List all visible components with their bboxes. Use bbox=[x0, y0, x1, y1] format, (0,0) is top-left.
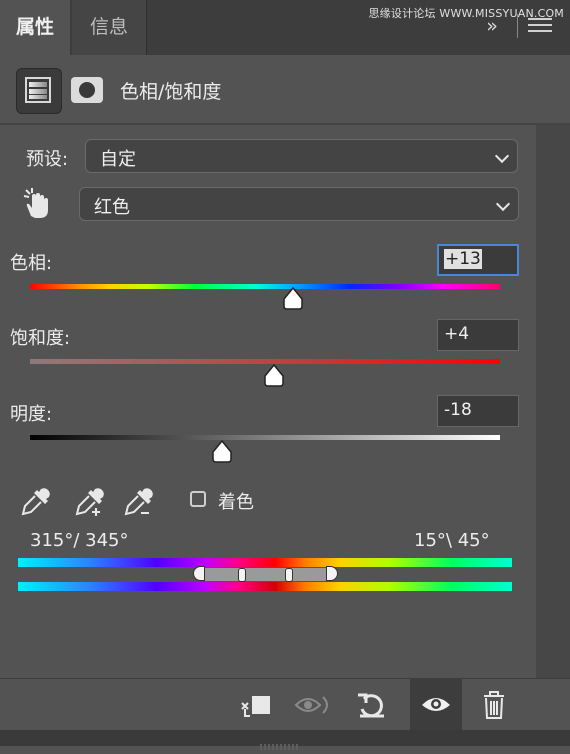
channel-dropdown[interactable]: 红色 bbox=[79, 187, 519, 221]
eyedropper-icon[interactable] bbox=[19, 485, 53, 519]
colorize-label: 着色 bbox=[218, 492, 254, 513]
tab-info[interactable]: 信息 bbox=[72, 0, 147, 55]
clip-to-layer-icon[interactable] bbox=[234, 683, 278, 727]
view-previous-state-icon[interactable] bbox=[292, 683, 336, 727]
lightness-label: 明度: bbox=[10, 404, 53, 425]
lightness-input[interactable]: -18 bbox=[437, 395, 519, 427]
bottom-toolbar bbox=[0, 678, 570, 731]
lightness-slider-track[interactable] bbox=[30, 435, 500, 440]
hue-value: +13 bbox=[444, 249, 482, 269]
adjustment-layer-button[interactable] bbox=[16, 68, 62, 114]
header-divider bbox=[0, 123, 570, 125]
visibility-eye-icon bbox=[422, 698, 450, 711]
color-range-band[interactable] bbox=[204, 568, 328, 581]
targeted-adjustment-hand-icon[interactable] bbox=[18, 186, 54, 222]
hue-saturation-icon bbox=[25, 77, 51, 103]
panel-menu-icon[interactable] bbox=[528, 18, 552, 38]
eyedropper-subtract-icon[interactable] bbox=[122, 485, 156, 519]
output-color-bar bbox=[18, 582, 512, 591]
saturation-slider-thumb[interactable] bbox=[262, 364, 286, 388]
range-falloff-left-handle[interactable] bbox=[193, 566, 205, 581]
preset-dropdown[interactable]: 自定 bbox=[85, 139, 518, 173]
channel-value: 红色 bbox=[94, 197, 130, 218]
range-left-handle[interactable] bbox=[238, 568, 246, 582]
eyedropper-add-icon[interactable] bbox=[73, 485, 107, 519]
scrollbar[interactable] bbox=[536, 125, 570, 678]
panel-title: 色相/饱和度 bbox=[120, 81, 222, 103]
hue-label: 色相: bbox=[10, 253, 53, 274]
hue-slider-track[interactable] bbox=[30, 284, 500, 289]
preset-label: 预设: bbox=[26, 149, 69, 170]
chevron-down-icon bbox=[495, 196, 511, 212]
resize-grip-icon[interactable] bbox=[260, 735, 300, 750]
saturation-label: 饱和度: bbox=[10, 328, 71, 349]
saturation-input[interactable]: +4 bbox=[437, 319, 519, 351]
range-falloff-right-handle[interactable] bbox=[326, 566, 338, 581]
panel-footer bbox=[0, 730, 570, 750]
chevron-down-icon bbox=[494, 148, 510, 164]
colorize-checkbox[interactable] bbox=[190, 491, 206, 507]
layer-mask-icon bbox=[71, 77, 103, 103]
hue-slider-thumb[interactable] bbox=[281, 287, 305, 311]
preset-value: 自定 bbox=[100, 149, 136, 170]
range-right-handle[interactable] bbox=[285, 568, 293, 582]
trash-icon[interactable] bbox=[472, 683, 516, 727]
tab-separator bbox=[517, 14, 518, 38]
hue-input[interactable]: +13 bbox=[437, 244, 519, 276]
range-left-degrees: 315°/ 345° bbox=[30, 530, 129, 551]
tab-properties[interactable]: 属性 bbox=[0, 0, 70, 55]
collapse-panel-icon[interactable]: » bbox=[480, 14, 504, 38]
toggle-visibility-button[interactable] bbox=[410, 679, 462, 731]
layer-mask-button[interactable] bbox=[68, 68, 106, 112]
properties-header: 色相/饱和度 bbox=[0, 55, 570, 125]
range-right-degrees: 15°\ 45° bbox=[414, 530, 490, 551]
input-color-bar bbox=[18, 558, 512, 567]
lightness-slider-thumb[interactable] bbox=[210, 440, 234, 464]
reset-icon[interactable] bbox=[350, 683, 394, 727]
